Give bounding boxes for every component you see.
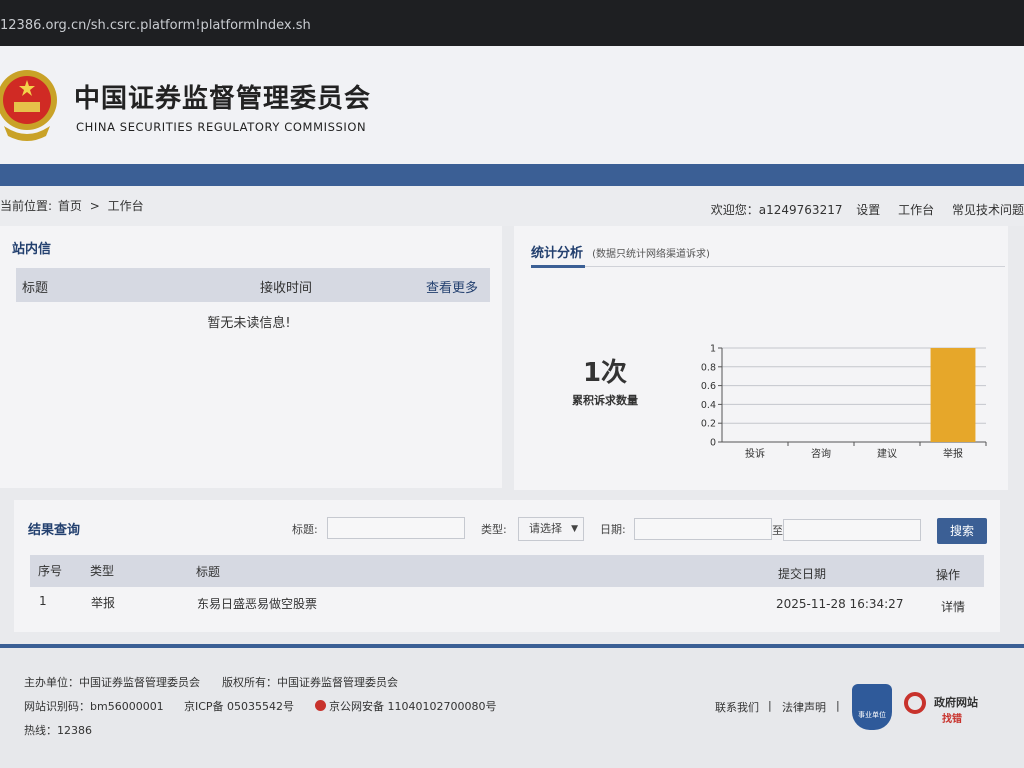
results-table-header: 序号 类型 标题 提交日期 操作	[30, 555, 984, 587]
row-date: 2025-11-28 16:34:27	[776, 597, 904, 611]
contact-us-link[interactable]: 联系我们	[715, 699, 759, 715]
date-to-label: 至	[772, 524, 783, 537]
footer-icp[interactable]: 京ICP备 05035542号	[184, 698, 294, 714]
y-tick-label: 0	[710, 438, 716, 449]
y-tick-label: 0.2	[701, 419, 716, 430]
search-button[interactable]: 搜索	[937, 518, 987, 544]
col-title: 标题	[196, 565, 221, 579]
date-end-input[interactable]	[783, 519, 921, 541]
legal-notice-link[interactable]: 法律声明	[782, 699, 826, 715]
row-no: 1	[39, 594, 47, 608]
col-title: 标题	[22, 281, 49, 296]
breadcrumb-separator: >	[89, 199, 100, 213]
footer-hotline: 热线：12386	[24, 724, 92, 737]
footer-site-id: 网站识别码：bm56000001	[24, 700, 164, 713]
footer-police[interactable]: 京公网安备 11040102700080号	[329, 698, 496, 714]
breadcrumb-home-link[interactable]: 首页	[58, 199, 82, 213]
stats-tab-underline	[531, 265, 585, 268]
title-filter-label: 标题:	[292, 523, 318, 536]
bar-3	[930, 348, 976, 442]
workbench-link[interactable]: 工作台	[898, 203, 934, 217]
date-filter-label: 日期:	[600, 523, 626, 536]
police-badge-icon	[315, 700, 326, 711]
col-date: 提交日期	[778, 567, 827, 581]
breadcrumb-prefix: 当前位置:	[0, 199, 53, 213]
gov-website-badge[interactable]: 政府网站 找错	[902, 688, 988, 726]
col-receive-time: 接收时间	[260, 281, 313, 296]
gov-badge-line1: 政府网站	[934, 696, 978, 709]
appeals-bar-chart: 0 0.2 0.4 0.6 0.8 1 投诉 咨询 建议 举报	[701, 344, 987, 460]
x-tick-label: 投诉	[745, 447, 765, 460]
type-filter-value: 请选择	[529, 522, 562, 535]
nav-bar	[0, 164, 1024, 186]
row-detail-link[interactable]: 详情	[941, 598, 965, 615]
magnifier-icon	[904, 692, 926, 714]
col-action: 操作	[936, 568, 961, 582]
messages-panel	[0, 226, 502, 488]
institution-badge[interactable]: 事业单位	[852, 684, 892, 730]
institution-badge-text: 事业单位	[858, 711, 886, 719]
x-tick-label: 建议	[877, 447, 897, 460]
row-title: 东易日盛恶易做空股票	[197, 597, 318, 611]
national-emblem-icon	[0, 70, 57, 141]
y-tick-label: 1	[710, 344, 716, 355]
stats-note: (数据只统计网络渠道诉求)	[592, 249, 710, 260]
org-name-cn: 中国证券监督管理委员会	[74, 84, 372, 114]
footer-separator: |	[768, 699, 772, 712]
col-no: 序号	[38, 564, 63, 578]
type-filter-select[interactable]: 请选择 ▼	[518, 517, 584, 541]
x-tick-label: 举报	[943, 447, 963, 460]
welcome-user: 欢迎您：a1249763217	[710, 203, 843, 217]
breadcrumb-current: 工作台	[107, 199, 144, 213]
user-nav: 欢迎您：a1249763217 设置 工作台 常见技术问题	[701, 201, 1024, 218]
address-url[interactable]: 12386.org.cn/sh.csrc.platform!platformIn…	[0, 18, 311, 33]
y-tick-label: 0.8	[701, 362, 716, 373]
footer-separator: |	[836, 699, 840, 712]
col-type: 类型	[90, 564, 115, 578]
stats-tab[interactable]: 统计分析 (数据只统计网络渠道诉求)	[531, 242, 710, 261]
title-filter-input[interactable]	[327, 517, 465, 539]
stats-title: 统计分析	[531, 246, 584, 261]
faq-link[interactable]: 常见技术问题	[952, 203, 1024, 217]
total-count: 1次	[582, 358, 628, 388]
org-name-en: CHINA SECURITIES REGULATORY COMMISSION	[76, 120, 367, 134]
footer-copyright: 版权所有：中国证券监督管理委员会	[222, 676, 398, 689]
y-tick-label: 0.6	[701, 381, 716, 392]
x-tick-label: 咨询	[811, 447, 831, 460]
stats-tab-divider	[585, 266, 1005, 267]
settings-link[interactable]: 设置	[856, 203, 880, 217]
chevron-down-icon: ▼	[571, 524, 578, 534]
breadcrumb: 当前位置: 首页 > 工作台	[0, 197, 144, 214]
view-more-link[interactable]: 查看更多	[426, 277, 478, 296]
footer-sponsor: 主办单位：中国证券监督管理委员会	[24, 676, 200, 689]
gov-badge-line2: 找错	[942, 714, 962, 725]
table-row: 1 举报 东易日盛恶易做空股票 2025-11-28 16:34:27 详情	[30, 590, 984, 620]
no-messages-text: 暂无未读信息!	[207, 316, 291, 331]
query-title: 结果查询	[28, 523, 81, 538]
messages-title: 站内信	[12, 242, 52, 257]
total-count-label: 累积诉求数量	[572, 394, 638, 407]
type-filter-label: 类型:	[481, 523, 507, 536]
row-type: 举报	[91, 596, 116, 610]
messages-table-header: 标题 接收时间 查看更多	[16, 268, 490, 302]
y-tick-label: 0.4	[701, 400, 716, 411]
date-start-input[interactable]	[634, 518, 772, 540]
